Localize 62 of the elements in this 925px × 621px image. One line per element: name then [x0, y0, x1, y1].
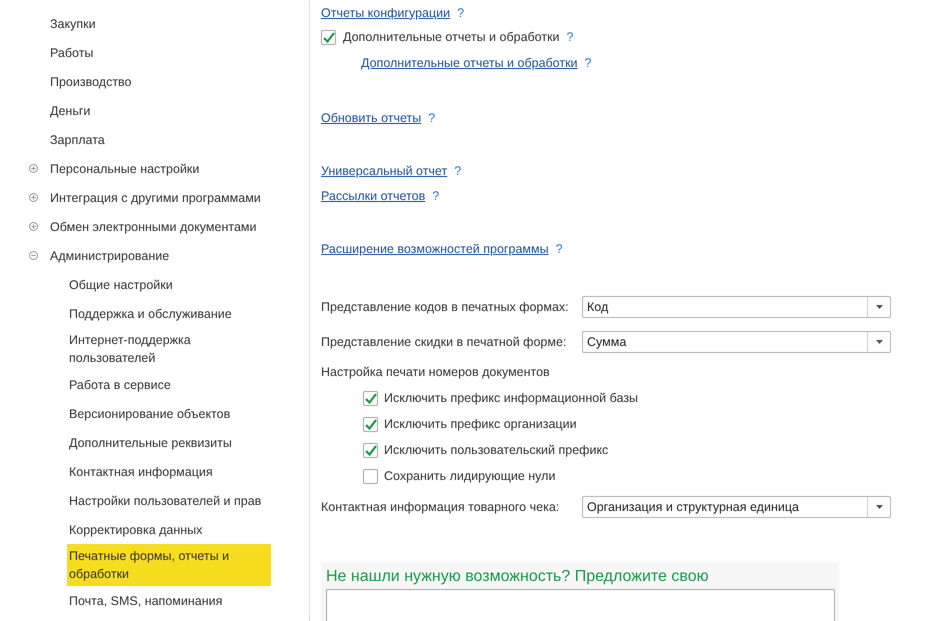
dropdown-field[interactable]: Организация и структурная единица: [582, 496, 891, 518]
sidebar-item[interactable]: Работы: [50, 40, 94, 64]
link[interactable]: Отчеты конфигурации: [321, 6, 450, 20]
caret-icon: [876, 340, 882, 344]
caret-icon: [876, 304, 882, 308]
field-label: Представление скидки в печатной форме:: [321, 334, 568, 348]
checkmark-icon: [364, 392, 376, 404]
link[interactable]: Обновить отчеты: [321, 110, 422, 124]
help-link[interactable]: ?: [584, 56, 592, 70]
expand-icon[interactable]: [29, 164, 38, 173]
expand-icon[interactable]: [29, 193, 38, 202]
sidebar-item[interactable]: Контактная информация: [67, 460, 215, 484]
collapse-icon[interactable]: [29, 251, 38, 260]
dropdown-field[interactable]: Код: [582, 296, 891, 318]
caret-icon: [876, 504, 882, 508]
sidebar-item[interactable]: Дополнительные реквизиты: [67, 430, 234, 454]
sidebar-item[interactable]: Администрирование: [50, 244, 170, 268]
sidebar-item[interactable]: Общие настройки: [67, 272, 175, 296]
sidebar-item[interactable]: Версионирование объектов: [67, 402, 232, 426]
link[interactable]: Расширение возможностей программы: [321, 242, 549, 256]
field-label: Контактная информация товарного чека:: [321, 500, 560, 514]
checkbox-label: Исключить префикс организации: [384, 417, 577, 431]
checkbox[interactable]: [363, 390, 378, 406]
checkmark-icon: [364, 418, 376, 430]
sidebar-item[interactable]: Деньги: [50, 98, 90, 122]
sidebar-item[interactable]: Печатные формы, отчеты и обработки: [67, 544, 271, 586]
help-link[interactable]: ?: [428, 110, 436, 124]
sidebar-item[interactable]: Персональные настройки: [50, 156, 200, 180]
checkbox-label: Исключить пользовательский префикс: [384, 443, 608, 457]
sidebar-item[interactable]: Почта, SMS, напоминания: [67, 588, 224, 612]
expand-icon[interactable]: [29, 222, 38, 231]
link[interactable]: Рассылки отчетов: [321, 188, 426, 202]
sidebar-item[interactable]: Интеграция с другими программами: [50, 186, 261, 210]
checkmark-icon: [364, 444, 376, 456]
sidebar-item[interactable]: Производство: [50, 70, 132, 94]
checkbox[interactable]: [363, 468, 378, 484]
help-link[interactable]: ?: [454, 164, 462, 178]
help-link[interactable]: ?: [566, 30, 574, 44]
section-heading: Настройка печати номеров документов: [321, 365, 550, 379]
link[interactable]: Универсальный отчет: [321, 164, 448, 178]
checkbox[interactable]: [363, 416, 378, 432]
sidebar-item[interactable]: Корректировка данных: [67, 518, 204, 542]
sidebar-item[interactable]: Закупки: [50, 12, 96, 36]
link[interactable]: Дополнительные отчеты и обработки: [361, 56, 578, 70]
sidebar-item[interactable]: Поддержка и обслуживание: [67, 302, 234, 326]
help-link[interactable]: ?: [556, 242, 563, 256]
sidebar-item[interactable]: Зарплата: [50, 128, 105, 152]
help-link[interactable]: ?: [457, 6, 464, 20]
sidebar-item[interactable]: Работа в сервисе: [67, 372, 173, 396]
sidebar-item[interactable]: Настройки пользователей и прав: [67, 488, 264, 512]
checkbox[interactable]: [321, 30, 336, 44]
field-label: Представление кодов в печатных формах:: [321, 300, 570, 314]
sidebar-item[interactable]: Интернет-поддержка пользователей: [67, 328, 271, 370]
help-link[interactable]: ?: [432, 188, 440, 202]
checkbox[interactable]: [363, 442, 378, 458]
checkbox-label: Сохранить лидирующие нули: [384, 469, 556, 483]
sidebar-item[interactable]: Обмен электронными документами: [50, 214, 256, 238]
checkbox-label: Исключить префикс информационной базы: [384, 391, 638, 405]
suggestion-title: Не нашли нужную возможность? Предложите свою: [326, 568, 710, 586]
checkmark-icon: [322, 32, 334, 42]
dropdown-field[interactable]: Сумма: [582, 330, 891, 352]
checkbox-label: Дополнительные отчеты и обработки: [343, 30, 560, 44]
